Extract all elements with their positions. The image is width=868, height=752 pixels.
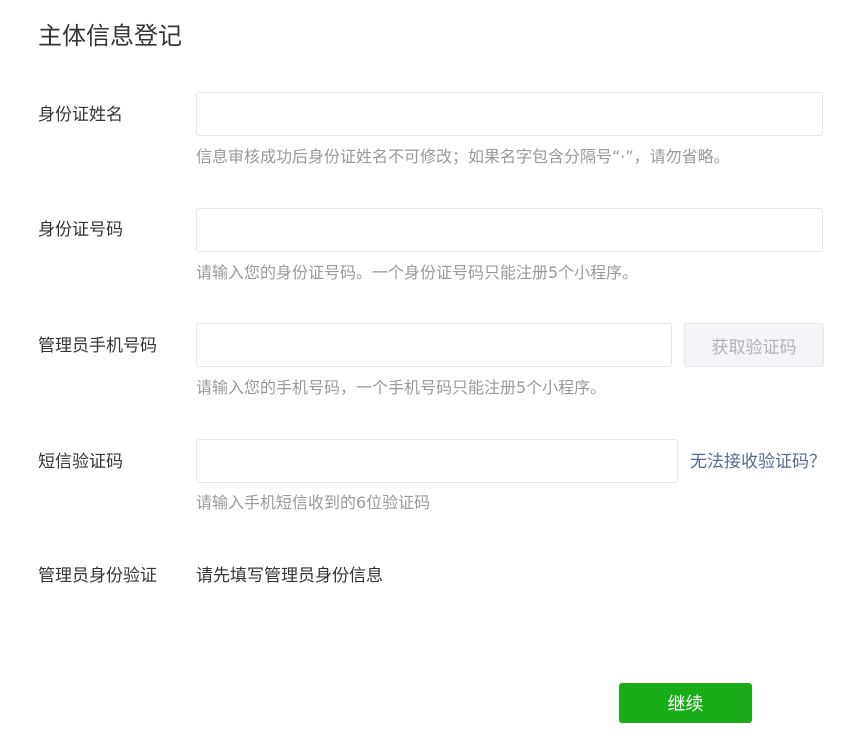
admin-phone-hint: 请输入您的手机号码，一个手机号码只能注册5个小程序。 bbox=[196, 378, 607, 397]
continue-button[interactable]: 继续 bbox=[619, 683, 752, 723]
get-verification-code-button[interactable]: 获取验证码 bbox=[684, 323, 824, 367]
id-number-input[interactable] bbox=[196, 208, 823, 252]
id-name-label: 身份证姓名 bbox=[38, 105, 123, 125]
sms-code-input[interactable] bbox=[196, 439, 678, 483]
id-number-hint: 请输入您的身份证号码。一个身份证号码只能注册5个小程序。 bbox=[196, 263, 639, 282]
id-name-hint: 信息审核成功后身份证姓名不可修改；如果名字包含分隔号“·”，请勿省略。 bbox=[196, 147, 730, 166]
id-number-label: 身份证号码 bbox=[38, 220, 123, 240]
admin-verify-label: 管理员身份验证 bbox=[38, 566, 157, 586]
admin-phone-label: 管理员手机号码 bbox=[38, 336, 157, 356]
admin-verify-text: 请先填写管理员身份信息 bbox=[196, 566, 383, 586]
admin-phone-input[interactable] bbox=[196, 323, 672, 367]
sms-code-hint: 请输入手机短信收到的6位验证码 bbox=[196, 493, 431, 512]
sms-code-label: 短信验证码 bbox=[38, 452, 123, 472]
id-name-input[interactable] bbox=[196, 92, 823, 136]
cannot-receive-code-link[interactable]: 无法接收验证码？ bbox=[690, 450, 826, 474]
page-title: 主体信息登记 bbox=[38, 22, 182, 50]
